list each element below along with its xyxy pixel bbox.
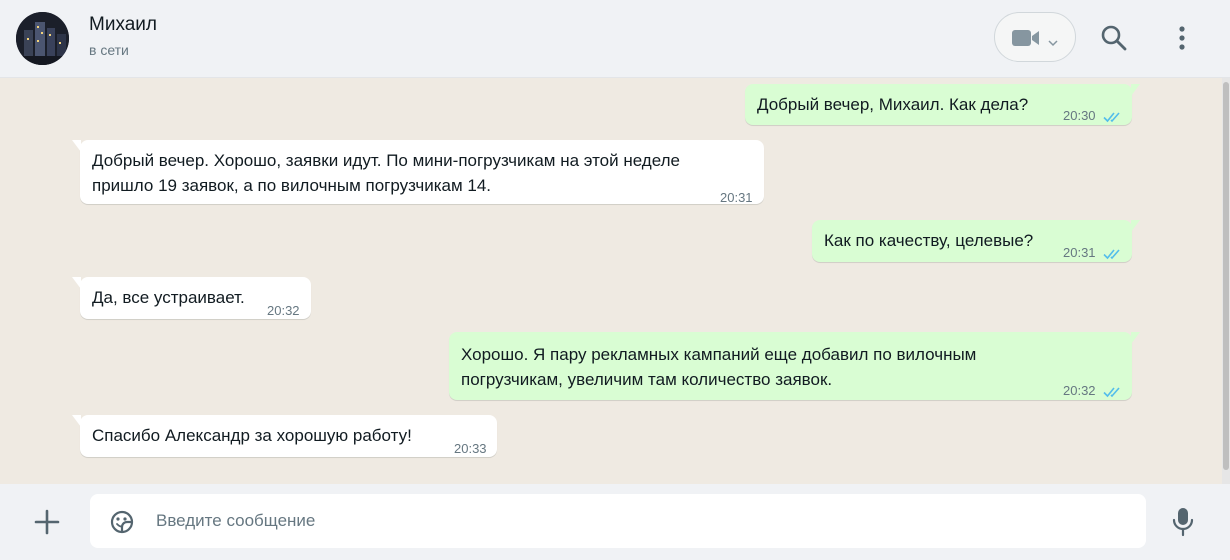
double-check-icon: [1103, 242, 1123, 267]
double-check-icon: [1103, 380, 1123, 405]
chat-header: Михаил в сети: [0, 0, 1230, 78]
chevron-down-icon: [1048, 34, 1058, 52]
message-input[interactable]: [156, 506, 1116, 536]
video-call-button[interactable]: [994, 12, 1076, 62]
menu-button[interactable]: [1170, 24, 1194, 54]
search-button[interactable]: [1100, 24, 1130, 54]
sticker-button[interactable]: [108, 508, 136, 536]
message-text: Добрый вечер. Хорошо, заявки идут. По ми…: [92, 151, 680, 195]
message-bubble[interactable]: Как по качеству, целевые? 20:31: [812, 220, 1140, 262]
attach-button[interactable]: [33, 508, 61, 536]
message-bubble[interactable]: Спасибо Александр за хорошую работу! 20:…: [72, 415, 497, 457]
message-time: 20:30: [1063, 108, 1096, 123]
double-check-icon: [1103, 105, 1123, 130]
message-text: Как по качеству, целевые?: [824, 231, 1034, 250]
search-icon: [1100, 25, 1128, 56]
chat-scrollbar[interactable]: [1222, 78, 1230, 484]
message-input-box: [90, 494, 1146, 548]
voice-message-button[interactable]: [1170, 506, 1196, 538]
avatar[interactable]: [16, 12, 69, 65]
message-bubble[interactable]: Добрый вечер. Хорошо, заявки идут. По ми…: [72, 140, 764, 205]
message-bubble[interactable]: Добрый вечер, Михаил. Как дела? 20:30: [745, 84, 1140, 125]
scrollbar-thumb[interactable]: [1223, 82, 1229, 470]
message-text: Хорошо. Я пару рекламных кампаний еще до…: [461, 345, 977, 389]
message-time: 20:32: [1063, 383, 1096, 398]
message-text: Добрый вечер, Михаил. Как дела?: [757, 95, 1029, 114]
composer-bar: [0, 484, 1230, 560]
video-camera-icon: [1012, 29, 1040, 52]
message-time: 20:33: [454, 441, 487, 456]
message-time: 20:31: [1063, 245, 1096, 260]
plus-icon: [33, 509, 61, 540]
chat-area[interactable]: Добрый вечер, Михаил. Как дела? 20:30 До…: [0, 78, 1222, 484]
microphone-icon: [1170, 508, 1196, 542]
message-time: 20:31: [720, 190, 753, 205]
contact-name[interactable]: Михаил: [89, 14, 157, 36]
sticker-icon: [108, 510, 136, 540]
message-bubble[interactable]: Хорошо. Я пару рекламных кампаний еще до…: [449, 332, 1140, 400]
message-time: 20:32: [267, 303, 300, 318]
menu-dots-icon: [1170, 26, 1194, 56]
message-bubble[interactable]: Да, все устраивает. 20:32: [72, 277, 311, 319]
contact-status: в сети: [89, 42, 129, 58]
message-text: Да, все устраивает.: [92, 288, 245, 307]
message-text: Спасибо Александр за хорошую работу!: [92, 426, 412, 445]
